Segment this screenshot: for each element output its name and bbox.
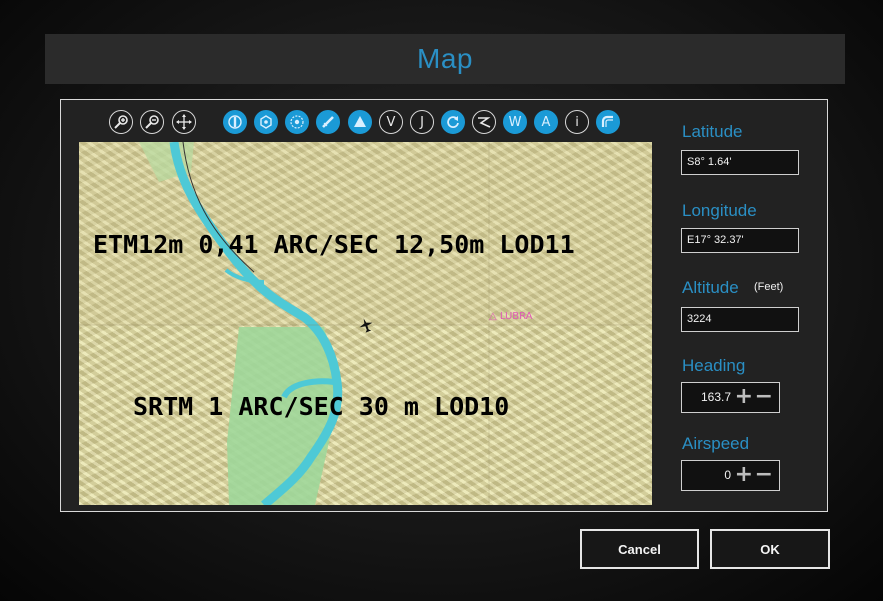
refresh-icon[interactable] xyxy=(441,110,465,134)
a-layer-icon[interactable]: A xyxy=(534,110,558,134)
info-glyph: i xyxy=(575,114,579,130)
airspeed-decrement-button[interactable]: − xyxy=(755,461,773,488)
latitude-label: Latitude xyxy=(682,122,743,141)
airspeed-increment-button[interactable]: + xyxy=(735,461,753,488)
route-icon[interactable] xyxy=(472,110,496,134)
place-name: LUBRA xyxy=(499,311,533,322)
runway-filter-icon[interactable] xyxy=(316,110,340,134)
cancel-button[interactable]: Cancel xyxy=(580,529,699,569)
map-view[interactable]: ETM12m 0,41 ARC/SEC 12,50m LOD11 SRTM 1 … xyxy=(79,142,652,505)
w-layer-icon[interactable]: W xyxy=(503,110,527,134)
heading-stepper: 163.7 + − xyxy=(681,382,780,413)
heading-label: Heading xyxy=(682,356,746,375)
j-layer-icon[interactable]: J xyxy=(410,110,434,134)
vor-filter-icon[interactable] xyxy=(285,110,309,134)
altitude-label: Altitude xyxy=(682,278,739,297)
longitude-label: Longitude xyxy=(682,201,757,220)
heading-value[interactable]: 163.7 xyxy=(701,383,731,412)
zoom-out-icon[interactable] xyxy=(140,110,164,134)
j-layer-glyph: J xyxy=(420,114,424,130)
ok-button[interactable]: OK xyxy=(710,529,830,569)
latitude-field[interactable]: S8° 1.64' xyxy=(681,150,799,175)
place-label-lubra[interactable]: △ LUBRA xyxy=(489,311,533,322)
airspeed-value[interactable]: 0 xyxy=(724,461,731,490)
airport-filter-icon[interactable] xyxy=(223,110,247,134)
waypoint-filter-icon[interactable] xyxy=(348,110,372,134)
v-layer-glyph: V xyxy=(386,114,396,130)
info-icon[interactable]: i xyxy=(565,110,589,134)
pan-move-icon[interactable] xyxy=(172,110,196,134)
altitude-field[interactable]: 3224 xyxy=(681,307,799,332)
follow-aircraft-icon[interactable] xyxy=(596,110,620,134)
lod10-label: SRTM 1 ARC/SEC 30 m LOD10 xyxy=(133,392,510,421)
longitude-field[interactable]: E17° 32.37' xyxy=(681,228,799,253)
waypoint-triangle-icon: △ xyxy=(489,311,497,322)
airspeed-stepper: 0 + − xyxy=(681,460,780,491)
heading-decrement-button[interactable]: − xyxy=(755,383,773,410)
aircraft-icon[interactable] xyxy=(358,317,374,338)
altitude-unit: (Feet) xyxy=(754,281,784,293)
ndb-filter-icon[interactable] xyxy=(254,110,278,134)
zoom-in-icon[interactable] xyxy=(109,110,133,134)
heading-increment-button[interactable]: + xyxy=(735,383,753,410)
airspeed-label: Airspeed xyxy=(682,434,750,453)
w-layer-glyph: W xyxy=(508,114,522,130)
v-layer-icon[interactable]: V xyxy=(379,110,403,134)
lod11-label: ETM12m 0,41 ARC/SEC 12,50m LOD11 xyxy=(93,230,575,259)
title-bar: Map xyxy=(45,34,845,84)
window-title: Map xyxy=(417,43,473,74)
a-layer-glyph: A xyxy=(541,114,551,130)
